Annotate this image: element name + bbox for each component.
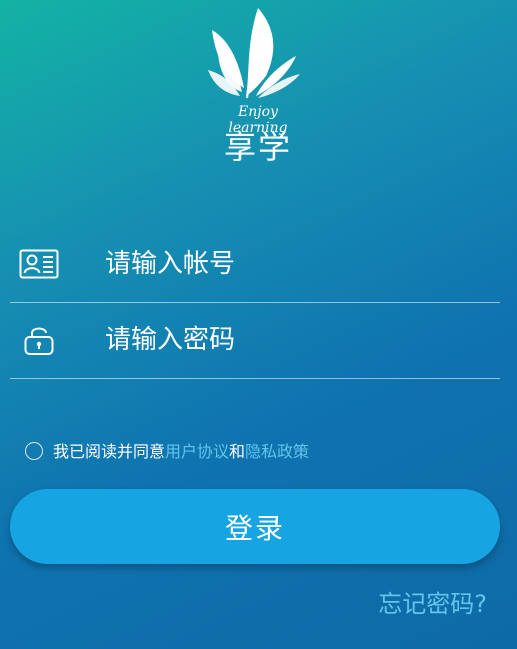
password-field[interactable]: 请输入密码 bbox=[10, 302, 500, 379]
leaf-wings-icon bbox=[208, 8, 300, 99]
forgot-password-link[interactable]: 忘记密码? bbox=[378, 588, 487, 620]
id-card-icon bbox=[19, 249, 59, 279]
agreement-text: 我已阅读并同意用户协议和隐私政策 bbox=[53, 441, 309, 463]
login-button[interactable]: 登录 bbox=[10, 489, 500, 564]
privacy-policy-link[interactable]: 隐私政策 bbox=[245, 442, 309, 461]
app-logo: Enjoy learning 享学 bbox=[200, 4, 310, 169]
agreement-conjunction: 和 bbox=[229, 442, 246, 461]
account-input[interactable]: 请输入帐号 bbox=[105, 248, 235, 280]
agreement-prefix: 我已阅读并同意 bbox=[53, 442, 166, 461]
agreement-checkbox[interactable] bbox=[25, 442, 43, 460]
logo-brand-name: 享学 bbox=[223, 128, 292, 166]
user-agreement-link[interactable]: 用户协议 bbox=[165, 442, 229, 461]
password-input[interactable]: 请输入密码 bbox=[105, 324, 235, 356]
account-field[interactable]: 请输入帐号 bbox=[10, 226, 500, 303]
unlock-icon bbox=[24, 327, 54, 355]
